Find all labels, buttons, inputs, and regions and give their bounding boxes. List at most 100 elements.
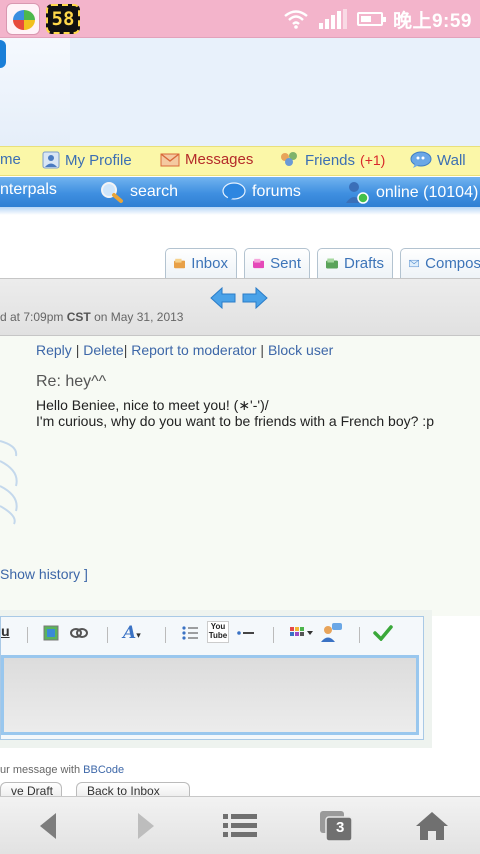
nav-label: Wall [437,151,466,169]
forward-button[interactable] [126,807,166,845]
sent-icon [253,258,265,269]
nav-label: My Profile [65,151,132,169]
online-user-icon [346,182,369,204]
font-color-icon[interactable]: A▾ [123,623,141,643]
toolbar-separator [273,627,274,643]
browser-bottom-bar: 3 [0,796,480,854]
status-time: 晚上9:59 [392,10,472,32]
message-body: Hello Beniee, nice to meet you! (∗'-')/ … [36,397,434,429]
app-launcher-icon[interactable] [6,3,40,35]
home-icon [416,812,448,840]
nav-label: Messages [185,151,254,168]
message-subject: Re: hey^^ [36,373,107,390]
show-history-link[interactable]: Show history ] [0,566,88,582]
separator: | [75,342,80,358]
nav-item-forums[interactable]: forums [222,181,301,203]
top-nav: me My Profile Messages Friends (+1) Wall [0,146,480,176]
block-user-link[interactable]: Block user [268,342,333,358]
message-header-bar: d at 7:09pm CST on May 31, 2013 [0,278,480,336]
home-button[interactable] [412,807,452,845]
tab-label: Drafts [343,255,384,272]
magnifier-icon [101,182,123,203]
header-tab[interactable] [0,40,6,68]
nav-label: Friends [305,151,356,169]
menu-button[interactable] [220,807,260,845]
message-date: d at 7:09pm CST on May 31, 2013 [0,310,183,324]
logo-area [0,38,70,146]
message-area: Reply | Delete| Report to moderator | Bl… [0,336,480,616]
friends-badge: (+1) [360,152,386,168]
tab-drafts[interactable]: Drafts [317,248,393,278]
tab-compose[interactable]: Compos [400,248,480,278]
bbcode-link[interactable]: BBCode [83,764,124,776]
speech-bubble-icon [410,151,432,168]
back-arrow-icon [40,813,56,839]
youtube-icon[interactable]: You Tube [207,621,229,643]
friends-icon [281,152,297,166]
nav-label: forums [252,183,301,200]
nav-label: search [130,183,179,200]
link-icon[interactable] [69,625,89,641]
toolbar-separator [107,627,108,643]
next-message-arrow-icon[interactable] [242,287,268,309]
user-mention-icon[interactable] [319,621,343,643]
back-button[interactable] [28,807,68,845]
tab-inbox[interactable]: Inbox [165,248,237,278]
bbcode-prefix: ur message with [0,764,81,776]
notification-counter: 58 [46,4,80,34]
color-palette-icon[interactable] [289,625,315,641]
compose-icon [409,259,419,268]
mail-tabs: Inbox Sent Drafts Compos [0,248,480,278]
nav-item-search[interactable]: search [100,181,178,203]
report-link[interactable]: Report to moderator [131,342,256,358]
nav-item-friends[interactable]: Friends (+1) [278,151,385,169]
tab-label: Sent [270,255,301,272]
image-icon[interactable] [43,625,59,641]
nav-item-my-profile[interactable]: My Profile [42,151,132,169]
previous-message-arrow-icon[interactable] [210,287,236,309]
main-nav: nterpals search forums online (10104) [0,177,480,207]
reply-textarea[interactable] [1,655,419,735]
separator: | [260,342,265,358]
tab-label: Compos [425,255,480,272]
date-prefix: d at 7:09pm [0,310,64,324]
signal-icon [318,9,347,29]
underline-icon[interactable]: 𝐮 [1,623,10,640]
reply-editor-wrapper: 𝐮 A▾ You Tube [0,610,432,748]
drafts-icon [326,258,338,269]
list-icon[interactable] [181,625,199,641]
nav-item-messages[interactable]: Messages [160,151,253,168]
reply-editor: 𝐮 A▾ You Tube [0,616,424,740]
message-body-line: I'm curious, why do you want to be frien… [36,413,434,429]
horizontal-rule-icon[interactable] [237,625,255,641]
windows-button[interactable]: 3 [316,807,356,845]
forward-arrow-icon [138,813,154,839]
toolbar-separator [165,627,166,643]
profile-icon [42,151,60,169]
toolbar-separator [27,627,28,643]
nav-label: me [0,151,21,168]
inbox-icon [174,258,186,269]
delete-link[interactable]: Delete [83,342,123,358]
nav-item-home[interactable]: me [0,151,21,168]
separator: | [123,342,128,358]
nav-item-online[interactable]: online (10104) [344,181,478,205]
nav-item-wall[interactable]: Wall [410,151,466,169]
toolbar-separator [359,627,360,643]
bbcode-hint: ur message with BBCode [0,764,124,776]
nav-shadow [0,207,480,215]
editor-toolbar: 𝐮 A▾ You Tube [1,617,425,651]
timezone: CST [66,310,91,324]
battery-icon [356,12,386,26]
tab-sent[interactable]: Sent [244,248,310,278]
wifi-icon [284,10,308,29]
site-header [0,38,480,146]
date-suffix: on May 31, 2013 [94,310,184,324]
menu-icon [223,814,257,837]
youtube-label: You Tube [208,622,228,640]
nav-item-interpals[interactable]: nterpals [0,181,57,199]
check-icon[interactable] [373,625,393,641]
reply-link[interactable]: Reply [36,342,72,358]
windows-count: 3 [336,819,345,836]
nav-label: nterpals [0,181,57,198]
